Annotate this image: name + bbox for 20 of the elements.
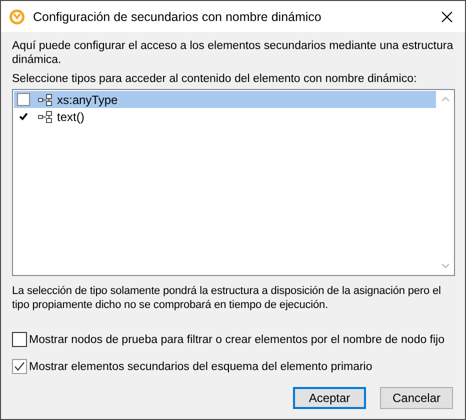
option-label: Mostrar elementos secundarios del esquema del elemento primario (29, 360, 372, 372)
intro-text: Aquí puede configurar el acceso a los elementos secundarios mediante una estructura dinámica. (12, 39, 454, 67)
cancel-button[interactable]: Cancelar (380, 387, 453, 409)
checkbox[interactable] (12, 332, 27, 347)
type-label: xs:anyType (57, 92, 118, 106)
app-logo-icon (9, 8, 25, 24)
structure-icon (38, 110, 52, 122)
checkbox[interactable] (12, 359, 27, 374)
type-label: text() (57, 110, 84, 124)
type-item[interactable]: xs:anyType (14, 91, 436, 108)
type-item[interactable]: text() (14, 108, 436, 125)
checkbox[interactable] (17, 110, 30, 123)
window-title: Configuración de secundarios con nombre dinámico (33, 10, 322, 24)
close-icon (441, 10, 453, 22)
list-label: Seleccione tipos para acceder al contenido del elemento con nombre dinámico: (12, 72, 418, 86)
checkbox[interactable] (17, 93, 30, 106)
ok-button[interactable]: Aceptar (293, 387, 366, 409)
structure-icon (38, 94, 52, 106)
option-label: Mostrar nodos de prueba para filtrar o crear elementos por el nombre de nodo fijo (29, 334, 445, 346)
note-text: La selección de tipo solamente pondrá la estructura a disposición de la asignación pero el tipo propiamente dicho no se comprobará en tiempo de ejecución. (12, 284, 442, 312)
